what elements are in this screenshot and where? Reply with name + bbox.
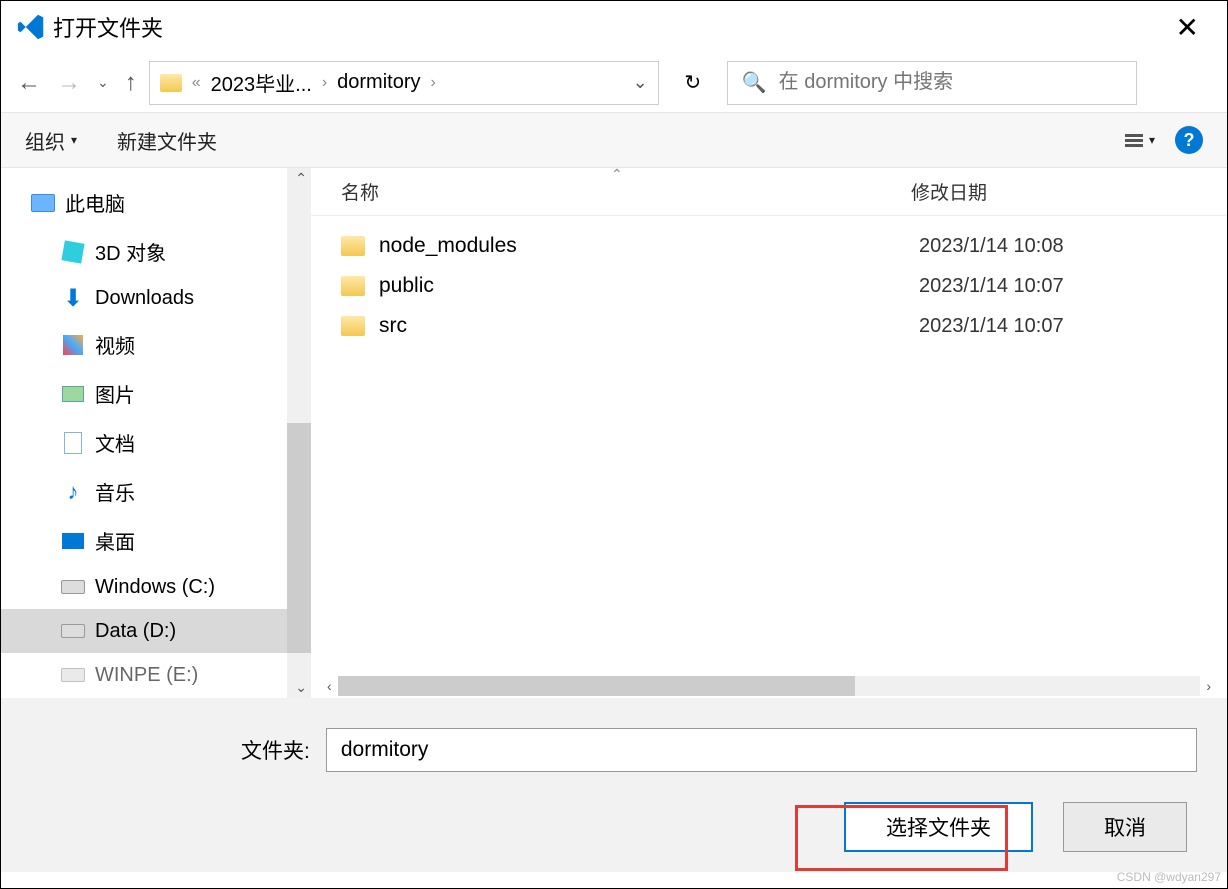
up-icon[interactable]: ↑ — [125, 69, 137, 97]
button-row: 选择文件夹 取消 — [31, 802, 1197, 852]
refresh-button[interactable]: ↻ — [671, 61, 715, 105]
folder-icon — [341, 236, 365, 256]
main-area: ⌃ ⌄ 此电脑 3D 对象 ⬇Downloads 视频 图片 文档 ♪音乐 桌面… — [1, 168, 1227, 698]
search-box[interactable]: 🔍 — [727, 61, 1137, 105]
forward-icon: → — [57, 69, 81, 97]
vscode-icon — [17, 13, 45, 41]
file-date: 2023/1/14 10:07 — [919, 275, 1064, 298]
download-icon: ⬇ — [61, 286, 85, 310]
scrollbar-thumb[interactable] — [287, 423, 311, 653]
recent-dropdown-icon[interactable]: ⌄ — [97, 74, 109, 91]
drive-icon — [61, 668, 85, 682]
bottom-area: 文件夹: 选择文件夹 取消 — [1, 698, 1227, 872]
folder-icon — [341, 316, 365, 336]
sidebar: ⌃ ⌄ 此电脑 3D 对象 ⬇Downloads 视频 图片 文档 ♪音乐 桌面… — [1, 168, 311, 698]
view-mode-button[interactable]: ▾ — [1125, 133, 1155, 147]
search-input[interactable] — [779, 71, 1122, 94]
sidebar-item-3d[interactable]: 3D 对象 — [1, 227, 311, 276]
breadcrumb[interactable]: « 2023毕业... › dormitory › ⌄ — [149, 61, 659, 105]
organize-button[interactable]: 组织 ▾ — [25, 126, 77, 155]
file-pane: ⌃ 名称 修改日期 node_modules 2023/1/14 10:08 p… — [311, 168, 1227, 698]
breadcrumb-prefix: « — [192, 74, 201, 92]
column-headers: ⌃ 名称 修改日期 — [311, 168, 1227, 216]
sort-indicator-icon: ⌃ — [611, 166, 623, 183]
pc-icon — [31, 194, 55, 212]
sidebar-item-drive-e[interactable]: WINPE (E:) — [1, 653, 311, 697]
folder-input-row: 文件夹: — [31, 728, 1197, 772]
chevron-down-icon: ▾ — [71, 133, 77, 147]
column-header-date[interactable]: 修改日期 — [911, 178, 987, 205]
list-view-icon — [1125, 134, 1143, 147]
sidebar-item-videos[interactable]: 视频 — [1, 320, 311, 369]
back-icon[interactable]: ← — [17, 69, 41, 97]
drive-icon — [61, 580, 85, 594]
file-row[interactable]: src 2023/1/14 10:07 — [311, 306, 1227, 346]
chevron-down-icon[interactable]: ⌄ — [633, 72, 648, 93]
sidebar-item-pictures[interactable]: 图片 — [1, 369, 311, 418]
dialog-title: 打开文件夹 — [53, 11, 163, 43]
nav-row: ← → ⌄ ↑ « 2023毕业... › dormitory › ⌄ ↻ 🔍 — [1, 53, 1227, 113]
cube-icon — [61, 240, 84, 263]
horizontal-scrollbar[interactable]: ‹ › — [311, 674, 1227, 698]
scroll-up-icon[interactable]: ⌃ — [295, 170, 307, 187]
nav-arrows: ← → ⌄ ↑ — [17, 69, 137, 97]
music-icon: ♪ — [61, 480, 85, 504]
folder-icon — [341, 276, 365, 296]
column-header-name[interactable]: 名称 — [341, 178, 911, 205]
sidebar-item-drive-c[interactable]: Windows (C:) — [1, 565, 311, 609]
file-name: public — [379, 274, 919, 298]
scrollbar-track[interactable] — [338, 676, 1201, 696]
folder-name-input[interactable] — [326, 728, 1197, 772]
picture-icon — [62, 386, 84, 402]
cancel-button[interactable]: 取消 — [1063, 802, 1187, 852]
scrollbar-thumb[interactable] — [338, 676, 856, 696]
folder-icon — [160, 74, 182, 92]
desktop-icon — [62, 533, 84, 549]
video-icon — [63, 335, 83, 355]
chevron-right-icon: › — [431, 74, 436, 92]
file-date: 2023/1/14 10:07 — [919, 315, 1064, 338]
file-name: node_modules — [379, 234, 919, 258]
sidebar-item-desktop[interactable]: 桌面 — [1, 516, 311, 565]
scrollbar-track[interactable]: ⌃ ⌄ — [287, 168, 311, 698]
sidebar-item-this-pc[interactable]: 此电脑 — [1, 178, 311, 227]
document-icon — [64, 432, 82, 454]
search-icon: 🔍 — [742, 70, 767, 95]
file-list: node_modules 2023/1/14 10:08 public 2023… — [311, 216, 1227, 356]
sidebar-item-downloads[interactable]: ⬇Downloads — [1, 276, 311, 320]
breadcrumb-item[interactable]: dormitory — [337, 71, 420, 94]
help-icon[interactable]: ? — [1175, 126, 1203, 154]
file-name: src — [379, 314, 919, 338]
file-row[interactable]: public 2023/1/14 10:07 — [311, 266, 1227, 306]
file-date: 2023/1/14 10:08 — [919, 235, 1064, 258]
titlebar: 打开文件夹 ✕ — [1, 1, 1227, 53]
scroll-left-icon[interactable]: ‹ — [321, 678, 338, 694]
close-icon[interactable]: ✕ — [1164, 7, 1211, 48]
select-folder-button[interactable]: 选择文件夹 — [844, 802, 1033, 852]
new-folder-button[interactable]: 新建文件夹 — [117, 126, 217, 155]
sidebar-item-drive-d[interactable]: Data (D:) — [1, 609, 311, 653]
file-row[interactable]: node_modules 2023/1/14 10:08 — [311, 226, 1227, 266]
scroll-right-icon[interactable]: › — [1200, 678, 1217, 694]
sidebar-item-documents[interactable]: 文档 — [1, 418, 311, 467]
watermark: CSDN @wdyan297 — [1117, 870, 1221, 884]
chevron-down-icon: ▾ — [1149, 133, 1155, 147]
folder-label: 文件夹: — [241, 735, 310, 765]
breadcrumb-item[interactable]: 2023毕业... — [211, 68, 312, 97]
toolbar: 组织 ▾ 新建文件夹 ▾ ? — [1, 113, 1227, 168]
drive-icon — [61, 624, 85, 638]
chevron-right-icon: › — [322, 74, 327, 92]
sidebar-item-music[interactable]: ♪音乐 — [1, 467, 311, 516]
